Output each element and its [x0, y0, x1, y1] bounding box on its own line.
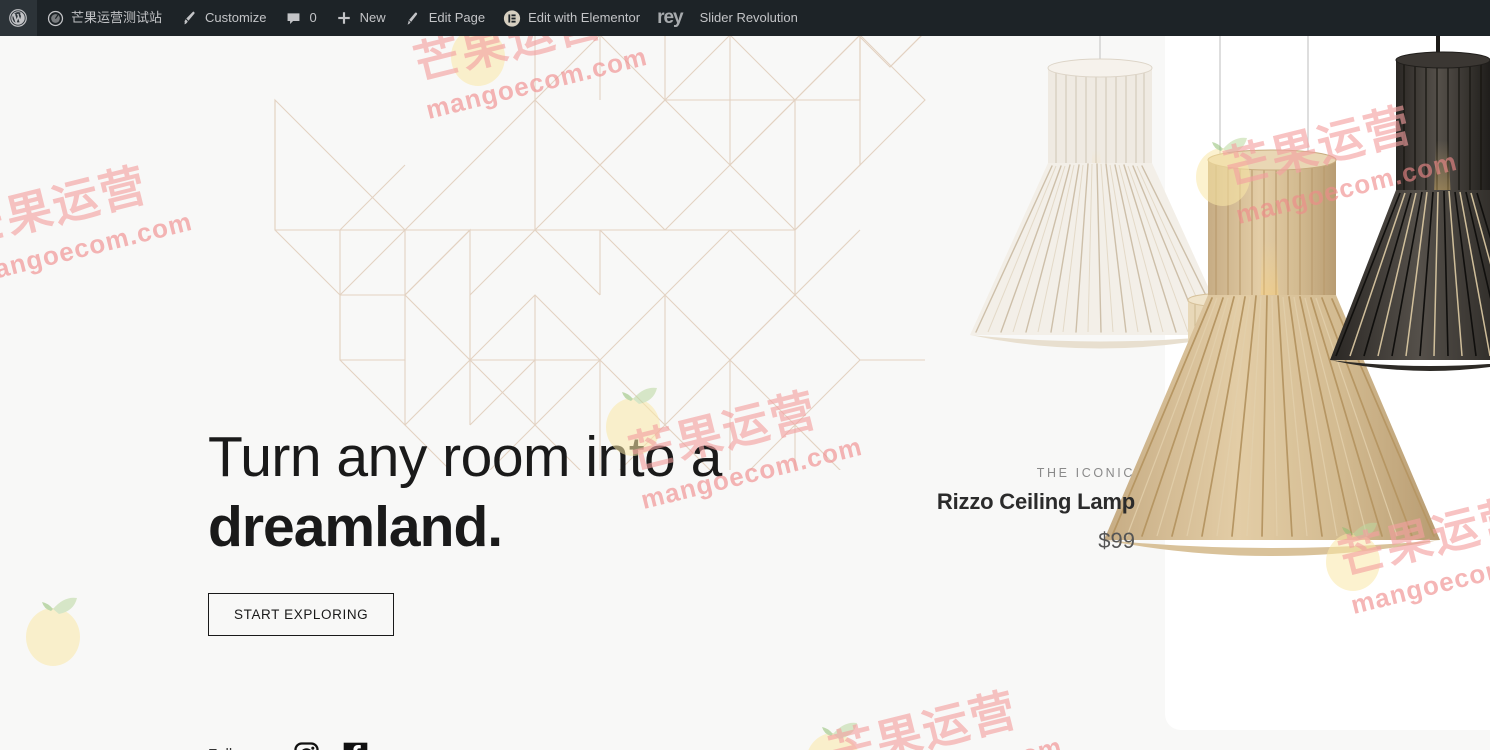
- comment-icon: [284, 9, 302, 27]
- admin-bar-edit-with-elementor[interactable]: Edit with Elementor: [494, 0, 649, 36]
- watermark: 芒果运营 mangoecom.com: [821, 665, 1065, 750]
- watermark-en: mangoecom.com: [422, 41, 651, 125]
- comment-count: 0: [309, 10, 317, 25]
- admin-bar-new-content[interactable]: New: [326, 0, 395, 36]
- watermark: 芒果运营 mangoecom.com: [0, 140, 195, 291]
- watermark-cn: 芒果运营: [408, 36, 608, 91]
- product-price: $99: [1098, 528, 1135, 553]
- watermark-en: mangoecom.com: [0, 206, 196, 290]
- watermark-en: mangoecom.com: [838, 731, 1066, 750]
- hero-copy: Turn any room into a dreamland. START EX…: [208, 425, 848, 636]
- admin-bar-site-name[interactable]: 芒果运营测试站: [37, 0, 171, 36]
- mango-logo-watermark: [808, 722, 858, 750]
- wordpress-icon: [9, 9, 27, 27]
- follow-us-row: Follow us: [208, 741, 369, 750]
- headline-line-1: Turn any room into a: [208, 425, 722, 489]
- watermark-cn: 芒果运营: [0, 158, 153, 256]
- slider-revolution-label: Slider Revolution: [699, 10, 798, 25]
- edit-with-elementor-label: Edit with Elementor: [528, 10, 641, 25]
- admin-bar-customize[interactable]: Customize: [171, 0, 275, 36]
- admin-bar-wp-logo[interactable]: [0, 0, 37, 36]
- elementor-icon: [503, 9, 521, 27]
- tangram-line-art: [274, 36, 926, 470]
- admin-bar-edit-page[interactable]: Edit Page: [395, 0, 494, 36]
- instagram-icon[interactable]: [293, 741, 320, 750]
- plus-icon: [335, 9, 353, 27]
- paintbrush-icon: [180, 9, 198, 27]
- watermark: 芒果运营 mangoecom.com: [406, 36, 650, 126]
- product-caption: THE ICONIC Rizzo Ceiling Lamp $99: [937, 466, 1135, 554]
- headline-line-2: dreamland.: [208, 494, 503, 559]
- pencil-icon: [404, 9, 422, 27]
- page-canvas: Turn any room into a dreamland. START EX…: [0, 36, 1490, 750]
- customize-label: Customize: [205, 10, 267, 25]
- edit-page-label: Edit Page: [428, 10, 486, 25]
- start-exploring-button[interactable]: START EXPLORING: [208, 592, 395, 636]
- product-image-panel: [1165, 36, 1490, 730]
- follow-us-label: Follow us: [208, 746, 271, 750]
- mango-logo-watermark: [26, 597, 80, 666]
- product-title: Rizzo Ceiling Lamp: [936, 489, 1135, 514]
- wp-admin-bar: 芒果运营测试站 Customize 0 New Edit Page Edit w…: [0, 0, 1490, 36]
- site-name-label: 芒果运营测试站: [71, 10, 163, 25]
- admin-bar-comments[interactable]: 0: [275, 0, 325, 36]
- admin-bar-slider-revolution[interactable]: Slider Revolution: [691, 0, 807, 36]
- page-title: Turn any room into a dreamland.: [208, 425, 848, 560]
- product-eyebrow: THE ICONIC: [1036, 466, 1135, 480]
- facebook-icon[interactable]: [342, 741, 369, 750]
- mango-logo-watermark: [451, 36, 505, 86]
- new-content-label: New: [359, 10, 386, 25]
- watermark-cn: 芒果运营: [823, 683, 1023, 750]
- dashboard-icon: [46, 9, 64, 27]
- rey-theme-logo[interactable]: rey: [649, 0, 691, 36]
